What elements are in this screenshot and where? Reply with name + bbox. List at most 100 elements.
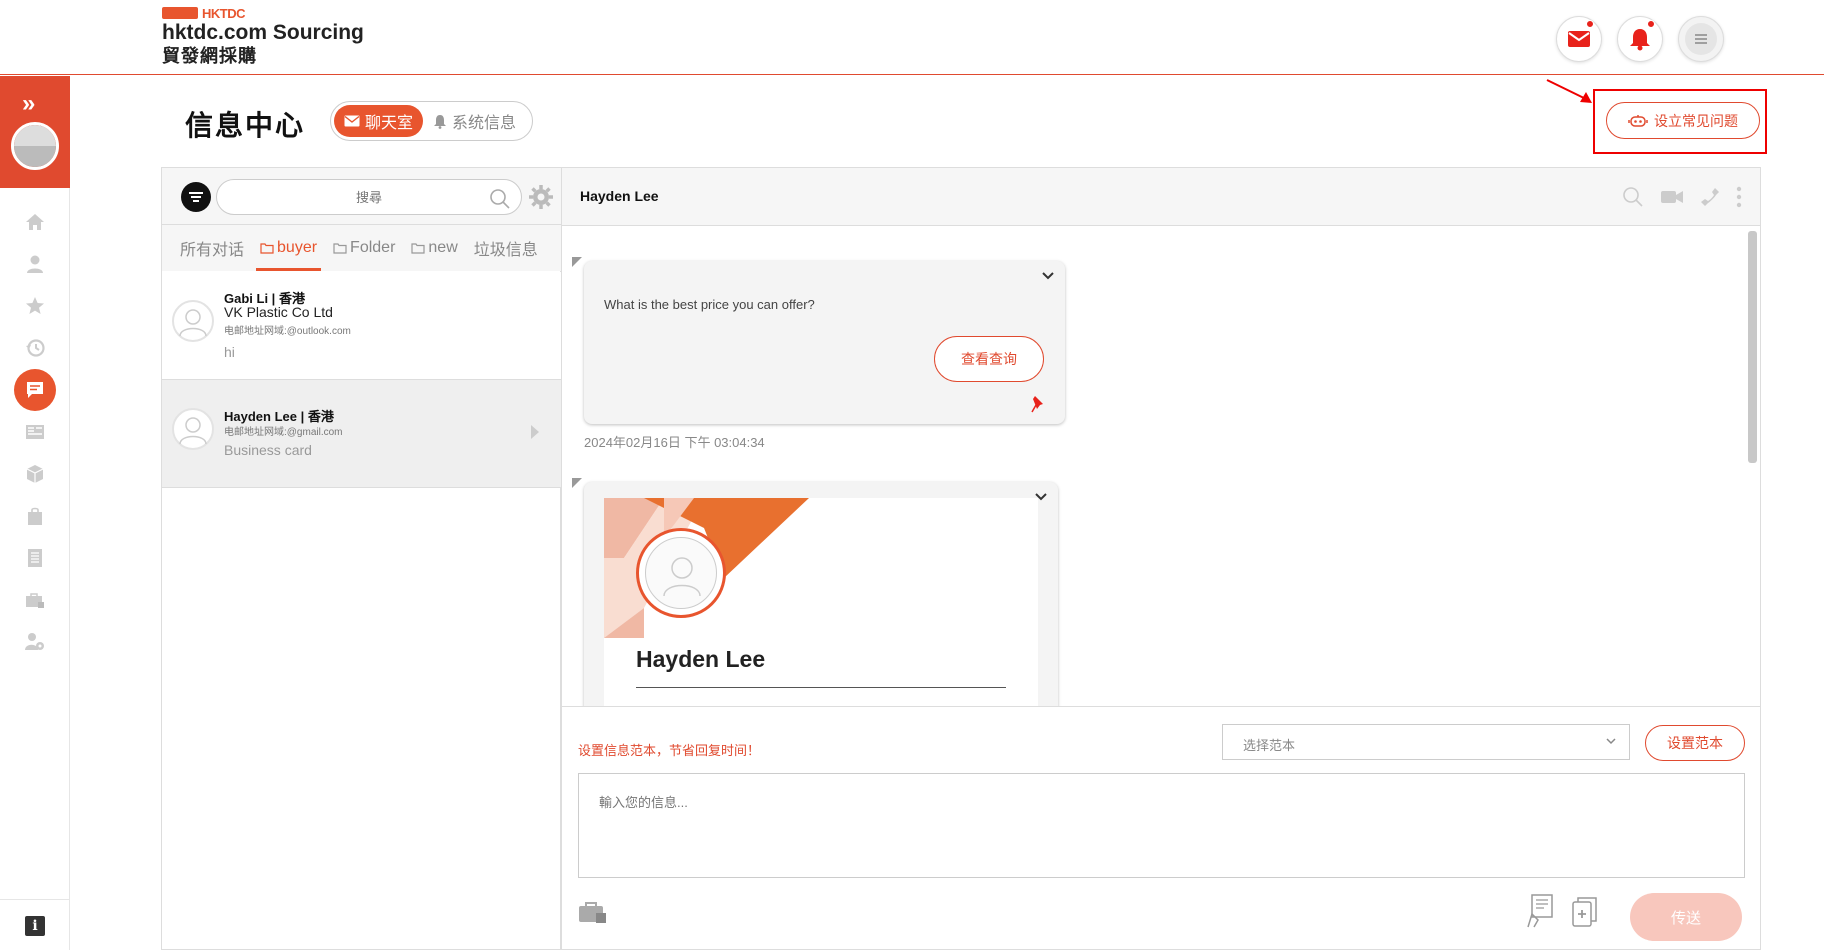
more-vertical-icon[interactable]	[1736, 186, 1742, 208]
search-box	[216, 179, 522, 215]
chevron-down-icon[interactable]	[1041, 271, 1055, 281]
briefcase-icon[interactable]	[578, 899, 608, 925]
annotation-arrow-icon	[1546, 79, 1592, 103]
sidebar-item-messages[interactable]	[0, 369, 70, 411]
brand-name-en: hktdc.com Sourcing	[162, 21, 364, 44]
tab-spam-label: 垃圾信息	[473, 242, 538, 259]
brand-mark-icon	[162, 7, 198, 19]
sidebar-item-news[interactable]	[0, 411, 70, 453]
tab-chatroom-label: 聊天室	[365, 115, 414, 132]
card-photo	[645, 537, 717, 609]
send-button[interactable]: 传送	[1630, 893, 1742, 941]
template-select[interactable]: 选择范本	[1222, 724, 1630, 760]
sidebar-item-orders[interactable]	[0, 495, 70, 537]
settings-user-icon	[25, 633, 44, 650]
notification-button[interactable]	[1617, 16, 1663, 62]
business-card-message: Hayden Lee	[584, 482, 1058, 706]
view-inquiry-button[interactable]: 查看查询	[934, 336, 1044, 382]
phone-icon[interactable]	[1700, 187, 1720, 207]
menu-button[interactable]	[1678, 16, 1724, 62]
sidebar: » i	[0, 76, 70, 950]
pin-icon[interactable]	[1031, 395, 1047, 413]
setup-faq-label: 设立常见问题	[1654, 112, 1738, 129]
tab-all-label: 所有对话	[180, 242, 245, 259]
home-icon	[26, 214, 44, 230]
message-text: What is the best price you can offer?	[604, 297, 815, 312]
message-input[interactable]	[579, 774, 1744, 877]
contact-name: Hayden Lee	[224, 409, 297, 424]
contact-email-domain: 电邮地址网域:@gmail.com	[224, 427, 343, 438]
search-icon[interactable]	[489, 188, 511, 210]
message-timestamp: 2024年02月16日 下午 03:04:34	[584, 435, 765, 450]
message-tabs: 聊天室 系统信息	[330, 101, 533, 141]
sidebar-item-history[interactable]	[0, 327, 70, 369]
user-avatar-icon	[663, 557, 701, 597]
sidebar-item-profile[interactable]	[0, 243, 70, 285]
template-hint: 设置信息范本，节省回复时间！	[578, 743, 761, 758]
tab-folder-label: Folder	[350, 239, 396, 256]
set-template-button[interactable]: 设置范本	[1645, 725, 1745, 761]
contact-region: 香港	[307, 409, 334, 424]
inquiry-message: What is the best price you can offer? 查看…	[584, 261, 1065, 424]
sidebar-item-favorites[interactable]	[0, 285, 70, 327]
scrollbar-thumb[interactable]	[1748, 231, 1757, 463]
filter-button[interactable]	[181, 182, 211, 212]
folder-icon	[411, 242, 426, 254]
chat-contact-name: Hayden Lee	[580, 188, 659, 204]
robot-icon	[1628, 114, 1648, 127]
sidebar-item-account-settings[interactable]	[0, 621, 70, 663]
tab-folder-buyer[interactable]: buyer	[252, 225, 325, 271]
card-photo-frame	[636, 528, 726, 618]
folder-tabs: 所有对话 buyer Folder new 垃圾信息	[162, 225, 562, 271]
message-area: What is the best price you can offer? 查看…	[562, 227, 1760, 706]
info-icon[interactable]: i	[25, 916, 45, 936]
sidebar-divider	[0, 899, 70, 900]
bubble-tail	[572, 257, 582, 267]
video-call-icon[interactable]	[1660, 189, 1684, 205]
chat-header: Hayden Lee	[562, 168, 1760, 226]
contact-avatar	[172, 408, 214, 450]
sidebar-item-products[interactable]	[0, 453, 70, 495]
active-indicator	[14, 369, 56, 411]
add-document-icon[interactable]	[1572, 897, 1598, 927]
sidebar-nav	[0, 201, 70, 663]
user-avatar-icon	[179, 309, 207, 337]
mail-unread-dot	[1586, 20, 1594, 28]
expand-sidebar-icon[interactable]: »	[22, 90, 35, 118]
tab-system-messages[interactable]: 系统信息	[423, 105, 526, 137]
tab-spam[interactable]: 垃圾信息	[466, 225, 546, 271]
setup-faq-button[interactable]: 设立常见问题	[1606, 102, 1760, 139]
tab-folder-folder[interactable]: Folder	[325, 225, 403, 271]
sidebar-item-business[interactable]	[0, 579, 70, 621]
gear-icon[interactable]	[528, 184, 554, 210]
message-composer: 设置信息范本，节省回复时间！ 选择范本 设置范本 传送	[562, 706, 1760, 949]
tab-chatroom[interactable]: 聊天室	[334, 105, 424, 137]
search-input[interactable]	[217, 180, 521, 214]
contact-avatar	[172, 300, 214, 342]
search-icon[interactable]	[1622, 186, 1644, 208]
brand-row: HKTDC	[162, 5, 364, 21]
tab-all-conversations[interactable]: 所有对话	[172, 225, 252, 271]
chat-icon	[27, 382, 43, 398]
mail-button[interactable]	[1556, 16, 1602, 62]
bag-icon	[28, 507, 42, 525]
conversation-item[interactable]: Hayden Lee | 香港 电邮地址网域:@gmail.com Busine…	[162, 380, 562, 488]
tab-folder-new[interactable]: new	[403, 225, 465, 271]
sidebar-item-list[interactable]	[0, 537, 70, 579]
business-card[interactable]: Hayden Lee	[604, 498, 1038, 706]
mail-icon	[344, 115, 360, 127]
briefcase-icon	[26, 593, 44, 608]
top-icons	[1556, 16, 1724, 62]
folder-icon	[260, 242, 274, 254]
conversation-list-panel: 所有对话 buyer Folder new 垃圾信息 Gabi Li | 香港 …	[161, 167, 562, 950]
last-message: hi	[224, 344, 235, 360]
mail-icon	[1568, 31, 1590, 47]
conversation-item[interactable]: Gabi Li | 香港 VK Plastic Co Ltd 电邮地址网域:@o…	[162, 272, 562, 380]
sidebar-item-home[interactable]	[0, 201, 70, 243]
bell-icon	[434, 114, 447, 129]
card-contact-name: Hayden Lee	[636, 646, 766, 672]
filter-icon	[189, 192, 203, 202]
quote-icon[interactable]	[1526, 894, 1554, 928]
hktdc-logo[interactable]: HKTDC hktdc.com Sourcing 貿發網採購	[162, 5, 364, 67]
avatar[interactable]	[11, 122, 59, 170]
